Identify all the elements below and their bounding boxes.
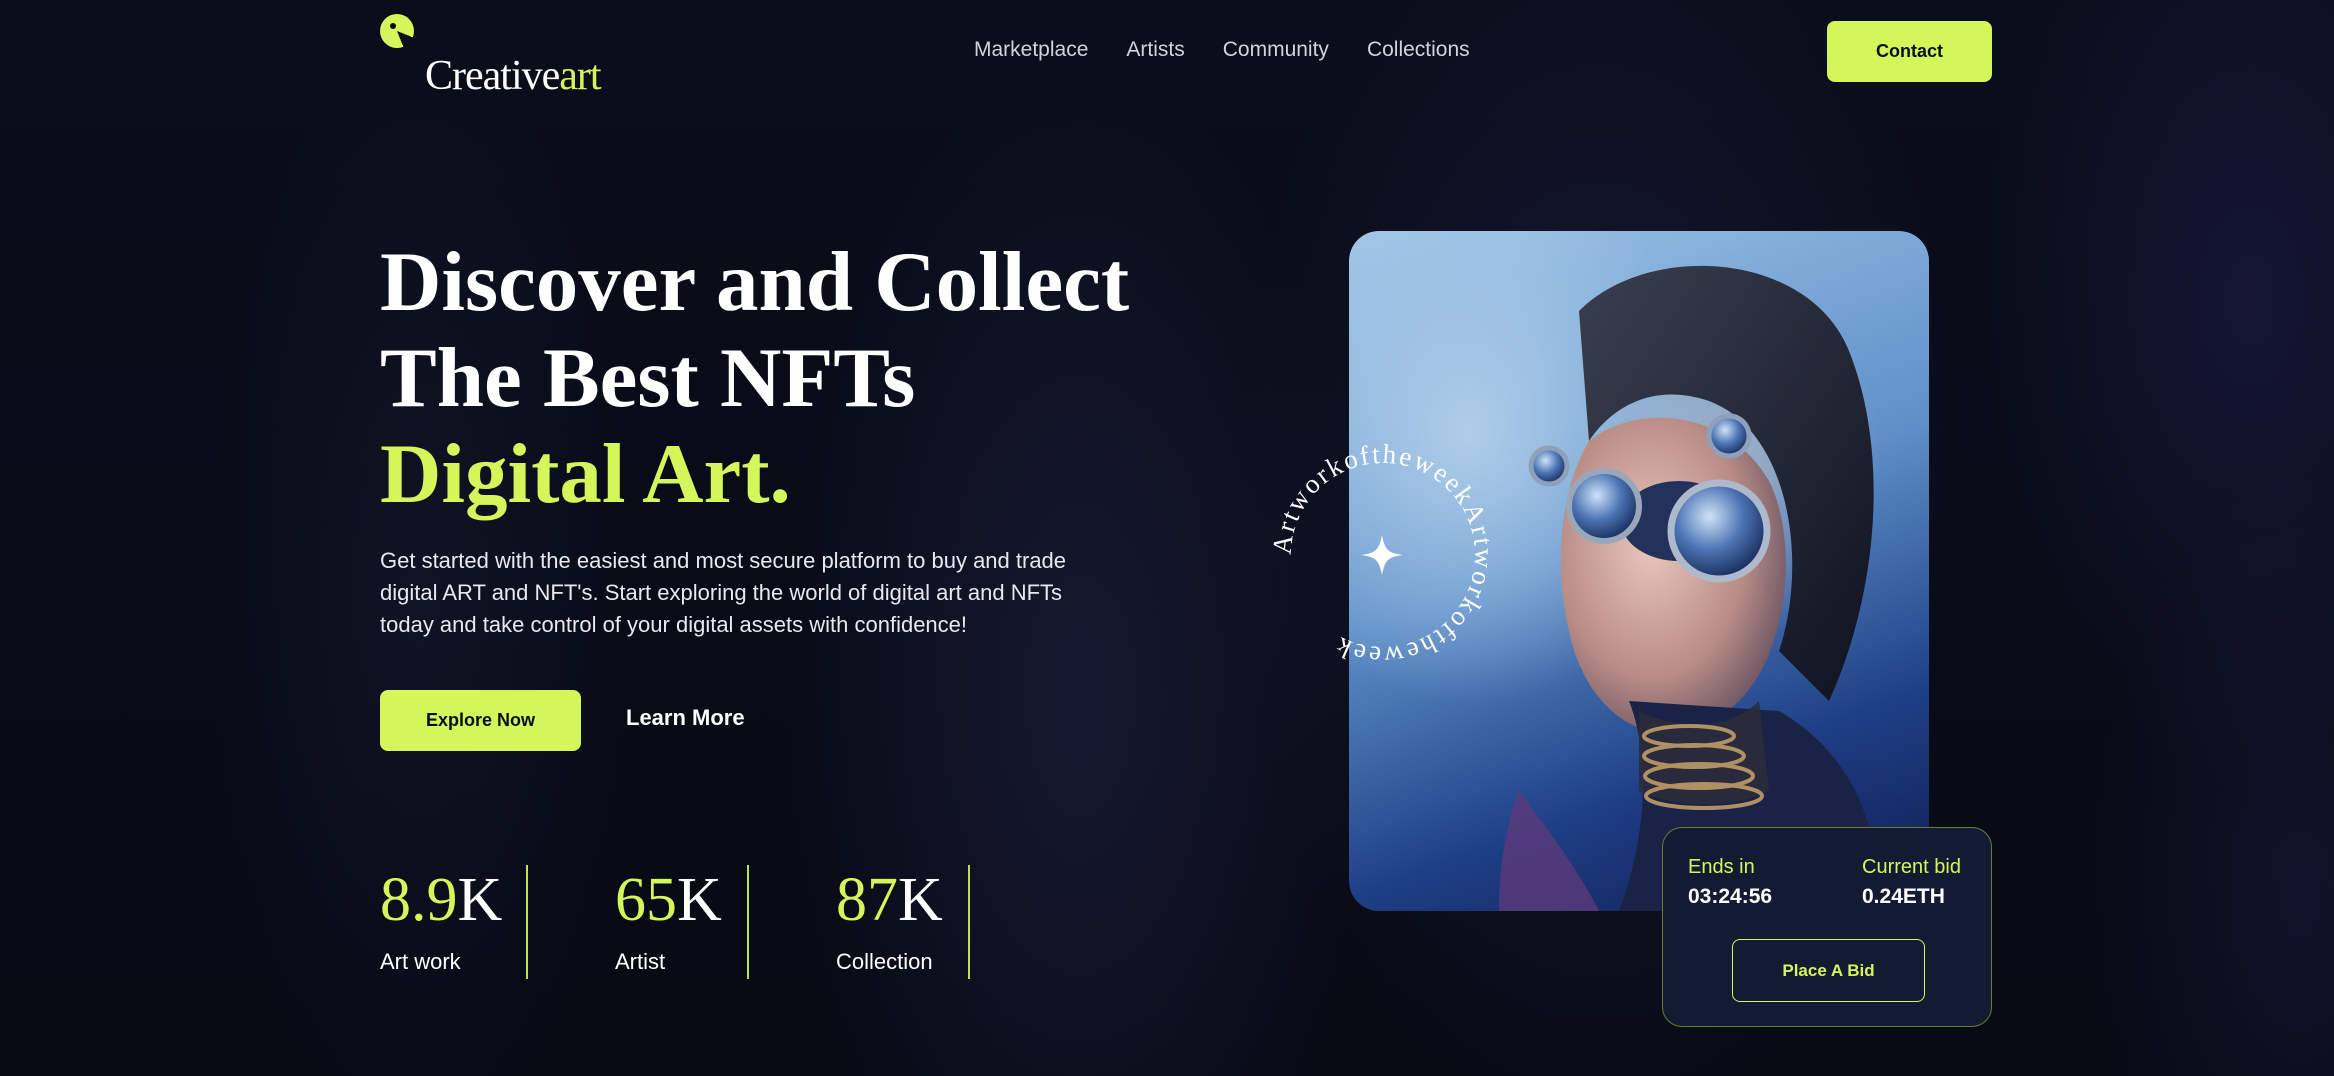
explore-now-button[interactable]: Explore Now — [380, 690, 581, 751]
ends-in-label: Ends in — [1688, 856, 1755, 878]
ends-in-value: 03:24:56 — [1688, 885, 1773, 908]
stat-unit: K — [677, 866, 722, 934]
badge-ring-svg: ArtworkoftheweekArtworkoftheweek — [1267, 439, 1498, 672]
stat-value: 8.9 — [380, 866, 458, 934]
stat-divider — [526, 865, 528, 979]
logo-text-accent: art — [559, 53, 601, 99]
current-bid: Current bid 0.24ETH — [1862, 856, 1961, 909]
stat-unit: K — [898, 866, 943, 934]
stat-label: Artist — [615, 949, 666, 974]
stat-number: 87K — [836, 865, 943, 935]
stat-number: 65K — [615, 865, 722, 935]
nav-item-community[interactable]: Community — [1223, 38, 1329, 62]
stat-divider — [968, 865, 970, 979]
stat-value: 87 — [836, 866, 898, 934]
current-bid-label: Current bid — [1862, 856, 1961, 878]
bid-card: Ends in 03:24:56 Current bid 0.24ETH Pla… — [1662, 827, 1992, 1027]
current-bid-value: 0.24ETH — [1862, 885, 1945, 908]
stat-label: Collection — [836, 949, 933, 974]
logo-text-main: Creative — [425, 53, 560, 99]
learn-more-link[interactable]: Learn More — [626, 705, 745, 731]
stat-unit: K — [457, 866, 503, 934]
auction-timer: Ends in 03:24:56 — [1688, 856, 1772, 909]
hero-description: Get started with the easiest and most se… — [380, 548, 1067, 637]
nav-item-marketplace[interactable]: Marketplace — [974, 38, 1088, 62]
hero-title: Discover and Collect The Best NFTs Digit… — [380, 234, 1129, 522]
stat-divider — [747, 865, 749, 979]
place-bid-button[interactable]: Place A Bid — [1732, 939, 1925, 1002]
stat-value: 65 — [615, 866, 677, 934]
logo[interactable]: Creativeart — [380, 14, 640, 100]
contact-button[interactable]: Contact — [1827, 21, 1992, 82]
stat-artist: 65K Artist — [615, 865, 722, 979]
logo-mark-icon — [380, 14, 414, 48]
hero-title-line-3: Digital Art. — [380, 427, 791, 521]
artwork-of-the-week-badge: ArtworkoftheweekArtworkoftheweek — [1267, 439, 1498, 672]
nav-item-artists[interactable]: Artists — [1126, 38, 1184, 62]
nav-item-collections[interactable]: Collections — [1367, 38, 1470, 62]
main-nav: Marketplace Artists Community Collection… — [974, 38, 1470, 62]
hero-title-line-1: Discover and Collect — [380, 235, 1130, 329]
stat-label: Art work — [380, 949, 461, 974]
hero-title-line-2: The Best NFTs — [380, 331, 916, 425]
stat-collection: 87K Collection — [836, 865, 943, 979]
logo-text: Creativeart — [425, 52, 602, 100]
stat-artwork: 8.9K Art work — [380, 865, 502, 979]
sparkle-icon — [1361, 535, 1403, 575]
stat-number: 8.9K — [380, 865, 502, 935]
